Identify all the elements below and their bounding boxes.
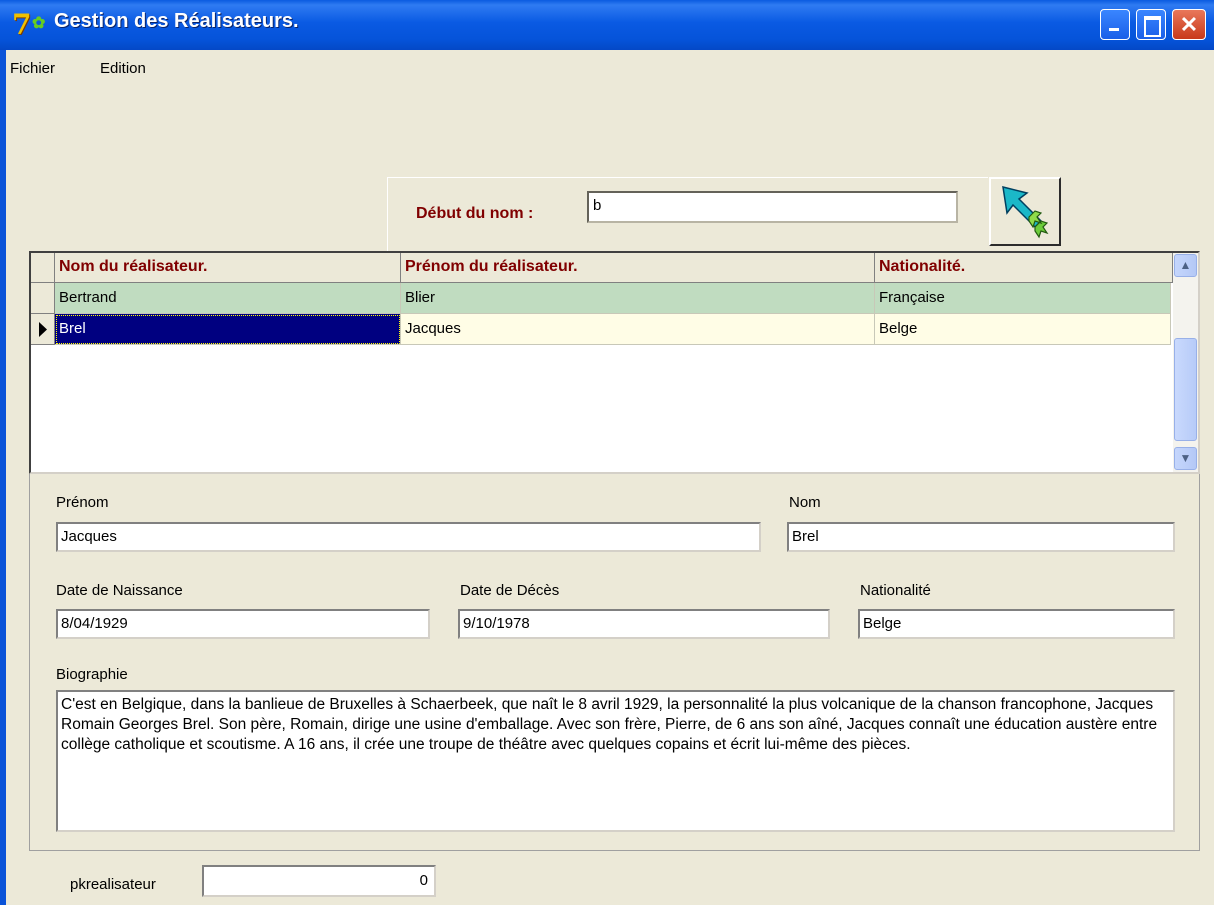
directors-table[interactable]: Nom du réalisateur. Prénom du réalisateu… (29, 251, 1200, 474)
nationalite-label: Nationalité (860, 582, 931, 599)
cell-nationalite[interactable]: Française (875, 283, 1171, 314)
arrow-icon (1002, 185, 1049, 239)
cell-nationalite[interactable]: Belge (875, 314, 1171, 345)
prenom-field[interactable]: Jacques (56, 522, 761, 552)
app-icon: 7 ✿ (12, 8, 46, 41)
pk-label: pkrealisateur (70, 876, 156, 893)
column-header-nom[interactable]: Nom du réalisateur. (55, 253, 401, 283)
nom-label: Nom (789, 494, 821, 511)
cell-nom[interactable]: Bertrand (55, 283, 401, 314)
maximize-button[interactable] (1136, 9, 1166, 40)
biographie-textarea[interactable]: C'est en Belgique, dans la banlieue de B… (56, 690, 1175, 832)
nationalite-field[interactable]: Belge (858, 609, 1175, 639)
menu-edition[interactable]: Edition (100, 60, 146, 77)
biographie-label: Biographie (56, 666, 128, 683)
search-input[interactable]: b (587, 191, 958, 223)
vertical-scrollbar[interactable]: ▲ ▼ (1173, 253, 1198, 472)
deces-label: Date de Décès (460, 582, 560, 599)
title-bar: 7 ✿ Gestion des Réalisateurs. ✕ (0, 0, 1214, 50)
minimize-button[interactable] (1100, 9, 1130, 40)
row-indicator-header (31, 253, 55, 283)
window-title: Gestion des Réalisateurs. (54, 10, 299, 32)
minimize-icon (1101, 10, 1129, 39)
scroll-down-button[interactable]: ▼ (1174, 447, 1197, 470)
scroll-up-button[interactable]: ▲ (1174, 254, 1197, 277)
close-button[interactable]: ✕ (1172, 9, 1206, 40)
search-button[interactable] (989, 177, 1061, 246)
search-label: Début du nom : (416, 205, 534, 222)
row-indicator (31, 283, 55, 314)
deces-field[interactable]: 9/10/1978 (458, 609, 830, 639)
current-row-indicator (31, 314, 55, 345)
maximize-icon (1137, 10, 1165, 39)
window-frame (0, 50, 6, 905)
naissance-field[interactable]: 8/04/1929 (56, 609, 430, 639)
cell-nom[interactable]: Brel (55, 314, 401, 345)
table-row-selected[interactable]: Brel Jacques Belge (31, 314, 1171, 345)
cell-prenom[interactable]: Blier (401, 283, 875, 314)
cell-prenom[interactable]: Jacques (401, 314, 875, 345)
prenom-label: Prénom (56, 494, 109, 511)
pk-field[interactable]: 0 (202, 865, 436, 897)
scroll-thumb[interactable] (1174, 338, 1197, 441)
column-header-prenom[interactable]: Prénom du réalisateur. (401, 253, 875, 283)
naissance-label: Date de Naissance (56, 582, 183, 599)
current-row-arrow-icon (39, 322, 47, 337)
column-header-nationalite[interactable]: Nationalité. (875, 253, 1173, 283)
menu-fichier[interactable]: Fichier (10, 60, 55, 77)
nom-field[interactable]: Brel (787, 522, 1175, 552)
table-row[interactable]: Bertrand Blier Française (31, 283, 1171, 314)
close-icon: ✕ (1179, 12, 1199, 37)
